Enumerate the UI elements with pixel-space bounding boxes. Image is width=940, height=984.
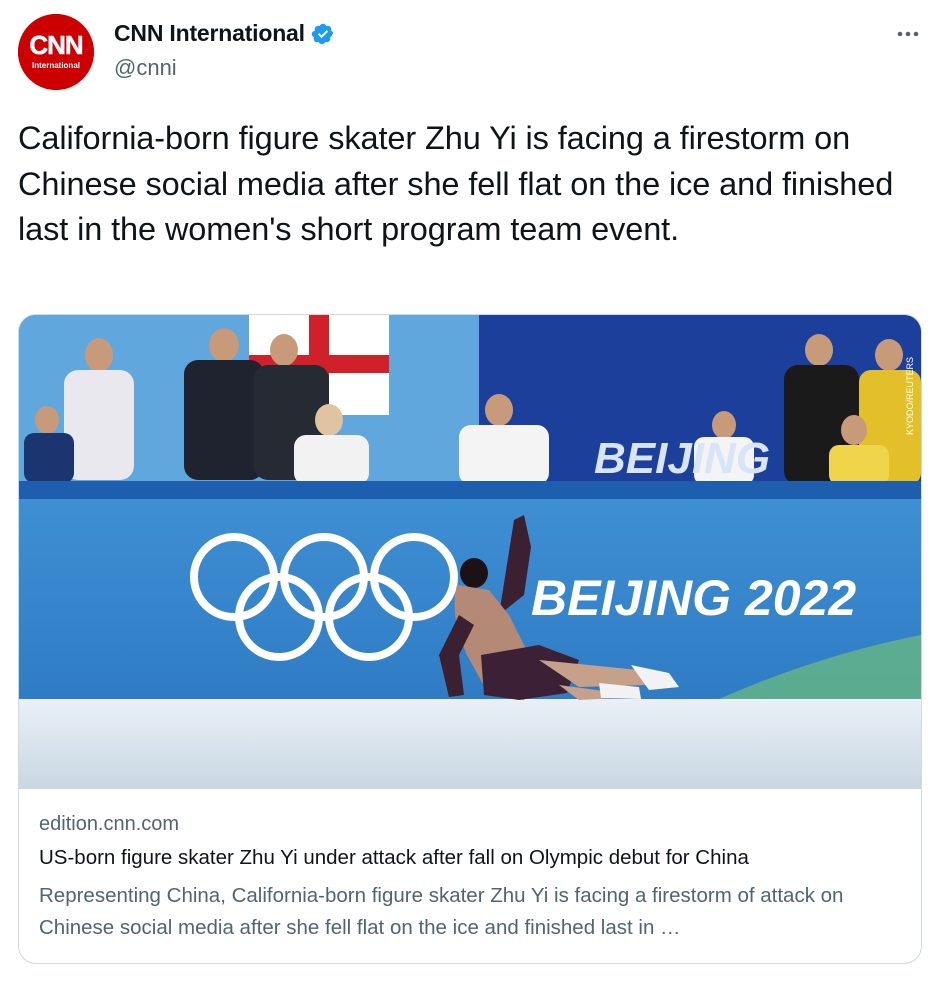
avatar[interactable]: CNN International	[18, 14, 94, 90]
tweet-text: California-born figure skater Zhu Yi is …	[18, 120, 894, 247]
avatar-logo-text: CNN	[29, 30, 83, 60]
more-options-button[interactable]	[890, 22, 926, 46]
cnn-logo-icon: CNN International	[18, 14, 94, 90]
author-name-row[interactable]: CNN International	[114, 20, 335, 47]
author-handle[interactable]: @cnni	[114, 55, 177, 81]
banner-text: BEIJING 2022	[531, 570, 856, 626]
link-card[interactable]: BEIJING BEIJING 2022 KYODO/REUTERS editi…	[18, 314, 922, 964]
background-banner-text: BEIJING	[594, 434, 770, 483]
verified-badge-icon	[311, 23, 334, 44]
avatar-sub-text: International	[32, 61, 80, 70]
photo-figure-skater-fall[interactable]: BEIJING BEIJING 2022 KYODO/REUTERS	[19, 315, 921, 789]
photo-credit: KYODO/REUTERS	[905, 357, 915, 435]
card-domain[interactable]: edition.cnn.com	[39, 813, 179, 836]
more-icon	[897, 31, 919, 37]
card-description: Representing China, California-born figu…	[39, 884, 844, 939]
author-name[interactable]: CNN International	[114, 20, 305, 47]
card-title[interactable]: US-born figure skater Zhu Yi under attac…	[39, 846, 749, 870]
